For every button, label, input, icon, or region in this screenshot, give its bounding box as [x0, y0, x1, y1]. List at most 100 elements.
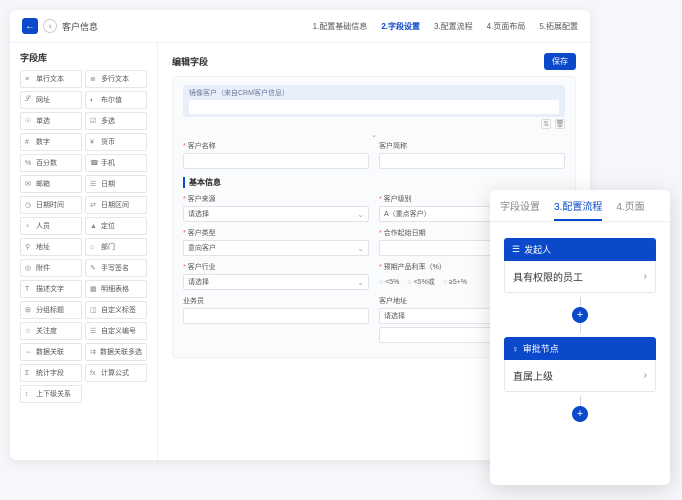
field-icon: ☰	[90, 180, 98, 188]
delete-icon[interactable]: 🗑	[555, 119, 565, 129]
field-icon: ⚲	[25, 243, 33, 251]
field-icon: ☑	[90, 117, 98, 125]
field-icon: ⌂	[90, 244, 98, 251]
field-type-item[interactable]: fx计算公式	[85, 364, 147, 382]
node-initiator[interactable]: ☰发起人 具有权限的员工	[504, 238, 656, 293]
select-type[interactable]: 意向客户	[183, 240, 369, 256]
workflow: ☰发起人 具有权限的员工 + ♀审批节点 直属上级 +	[490, 222, 670, 442]
select-source[interactable]: 请选择	[183, 206, 369, 222]
field-icon: ☉	[25, 117, 33, 125]
input-customer-alias[interactable]	[379, 153, 565, 169]
field-icon: ⇉	[90, 348, 97, 356]
field-type-item[interactable]: ☉单选	[20, 112, 82, 130]
overlay-tab[interactable]: 3.配置流程	[554, 198, 602, 221]
field-type-item[interactable]: ▦明细表格	[85, 280, 147, 298]
field-icon: %	[25, 160, 33, 167]
mirror-input[interactable]	[189, 100, 559, 114]
field-icon: ✉	[25, 180, 33, 188]
field-icon: ¥	[90, 139, 98, 146]
topbar: ← ♀ 客户信息 1.配置基础信息 2.字段设置 3.配置流程 4.页面布局 5.拓展配…	[10, 10, 590, 43]
field-icon: ♀	[25, 223, 33, 230]
field-type-item[interactable]: ▲定位	[85, 217, 147, 235]
input-salesperson[interactable]	[183, 308, 369, 324]
field-type-item[interactable]: Σ统计字段	[20, 364, 82, 382]
field-type-item[interactable]: ✉邮箱	[20, 175, 82, 193]
label-customer-alias: 客户简称	[379, 141, 565, 151]
field-type-item[interactable]: ⇄日期区间	[85, 196, 147, 214]
chevron-down-icon: ⌄	[183, 131, 565, 139]
field-icon: ▦	[90, 285, 98, 293]
select-industry[interactable]: 请选择	[183, 274, 369, 290]
radio-option[interactable]: <5%	[379, 279, 399, 286]
field-type-item[interactable]: ☰自定义编号	[85, 322, 147, 340]
field-type-item[interactable]: ◷日期时间	[20, 196, 82, 214]
field-type-item[interactable]: ≡单行文本	[20, 70, 82, 88]
field-icon: ✎	[90, 264, 98, 272]
input-customer-name[interactable]	[183, 153, 369, 169]
field-type-item[interactable]: ☎手机	[85, 154, 147, 172]
field-icon: T	[25, 286, 33, 293]
field-icon: ☎	[90, 159, 98, 167]
add-node-button[interactable]: +	[572, 406, 588, 422]
radio-option[interactable]: <5%或	[407, 277, 434, 287]
field-type-item[interactable]: ♀人员	[20, 217, 82, 235]
field-type-item[interactable]: ≣多行文本	[85, 70, 147, 88]
sidebar-title: 字段库	[20, 51, 147, 64]
step-nav: 1.配置基础信息 2.字段设置 3.配置流程 4.页面布局 5.拓展配置	[313, 21, 578, 32]
field-icon: ▲	[90, 223, 98, 230]
step-2[interactable]: 3.配置流程	[434, 21, 473, 32]
field-icon: ≡	[25, 76, 33, 83]
content-title: 编辑字段	[172, 55, 208, 68]
back-button[interactable]: ←	[22, 18, 38, 34]
field-icon: fx	[90, 370, 98, 377]
mirror-field[interactable]: 镜像客户（来自CRM客户信息）	[183, 85, 565, 117]
field-type-item[interactable]: ☑多选	[85, 112, 147, 130]
field-icon: ⇄	[90, 201, 98, 209]
field-icon: ☰	[90, 327, 98, 335]
step-0[interactable]: 1.配置基础信息	[313, 21, 368, 32]
field-type-item[interactable]: 𝒮网址	[20, 91, 82, 109]
field-type-item[interactable]: ⌂部门	[85, 238, 147, 256]
overlay-tab[interactable]: 4.页面	[616, 198, 644, 221]
label-industry: 客户行业	[183, 262, 369, 272]
field-type-item[interactable]: ↕上下级关系	[20, 385, 82, 403]
person-icon: ♀	[512, 344, 519, 354]
field-controls: ⇅ 🗑	[183, 119, 565, 129]
overlay-tab[interactable]: 字段设置	[500, 198, 540, 221]
section-basic-info: 基本信息	[183, 177, 565, 188]
radio-option[interactable]: ≥5+%	[443, 279, 467, 286]
field-type-item[interactable]: ✎手写签名	[85, 259, 147, 277]
save-button[interactable]: 保存	[544, 53, 576, 70]
step-3[interactable]: 4.页面布局	[487, 21, 526, 32]
node-approval[interactable]: ♀审批节点 直属上级	[504, 337, 656, 392]
field-icon: Σ	[25, 370, 33, 377]
field-type-item[interactable]: ◎附件	[20, 259, 82, 277]
avatar-icon: ♀	[43, 19, 57, 33]
page-title: 客户信息	[62, 20, 98, 33]
connector: +	[504, 297, 656, 333]
field-type-item[interactable]: ◐布尔值	[85, 91, 147, 109]
field-type-item[interactable]: ⚲地址	[20, 238, 82, 256]
field-type-item[interactable]: %百分数	[20, 154, 82, 172]
field-icon: ≣	[90, 75, 98, 83]
label-customer-name: 客户名称	[183, 141, 369, 151]
overlay-card: 字段设置 3.配置流程 4.页面 ☰发起人 具有权限的员工 + ♀审批节点 直属上级…	[490, 190, 670, 485]
label-source: 客户来源	[183, 194, 369, 204]
field-icon: ◐	[90, 97, 98, 104]
field-type-item[interactable]: ◫自定义标签	[85, 301, 147, 319]
step-4[interactable]: 5.拓展配置	[539, 21, 578, 32]
move-icon[interactable]: ⇅	[541, 119, 551, 129]
field-type-item[interactable]: T描述文字	[20, 280, 82, 298]
add-node-button[interactable]: +	[572, 307, 588, 323]
field-type-item[interactable]: ¥货币	[85, 133, 147, 151]
step-1[interactable]: 2.字段设置	[381, 21, 420, 32]
field-icon: 𝒮	[25, 96, 33, 104]
field-type-item[interactable]: #数字	[20, 133, 82, 151]
field-type-item[interactable]: ⊞分组标题	[20, 301, 82, 319]
field-type-item[interactable]: ☆关注度	[20, 322, 82, 340]
field-type-item[interactable]: ⇔数据关联	[20, 343, 82, 361]
field-icon: ↕	[25, 391, 33, 398]
field-type-item[interactable]: ⇉数据关联多选	[85, 343, 147, 361]
field-type-item[interactable]: ☰日期	[85, 175, 147, 193]
connector: +	[504, 396, 656, 422]
